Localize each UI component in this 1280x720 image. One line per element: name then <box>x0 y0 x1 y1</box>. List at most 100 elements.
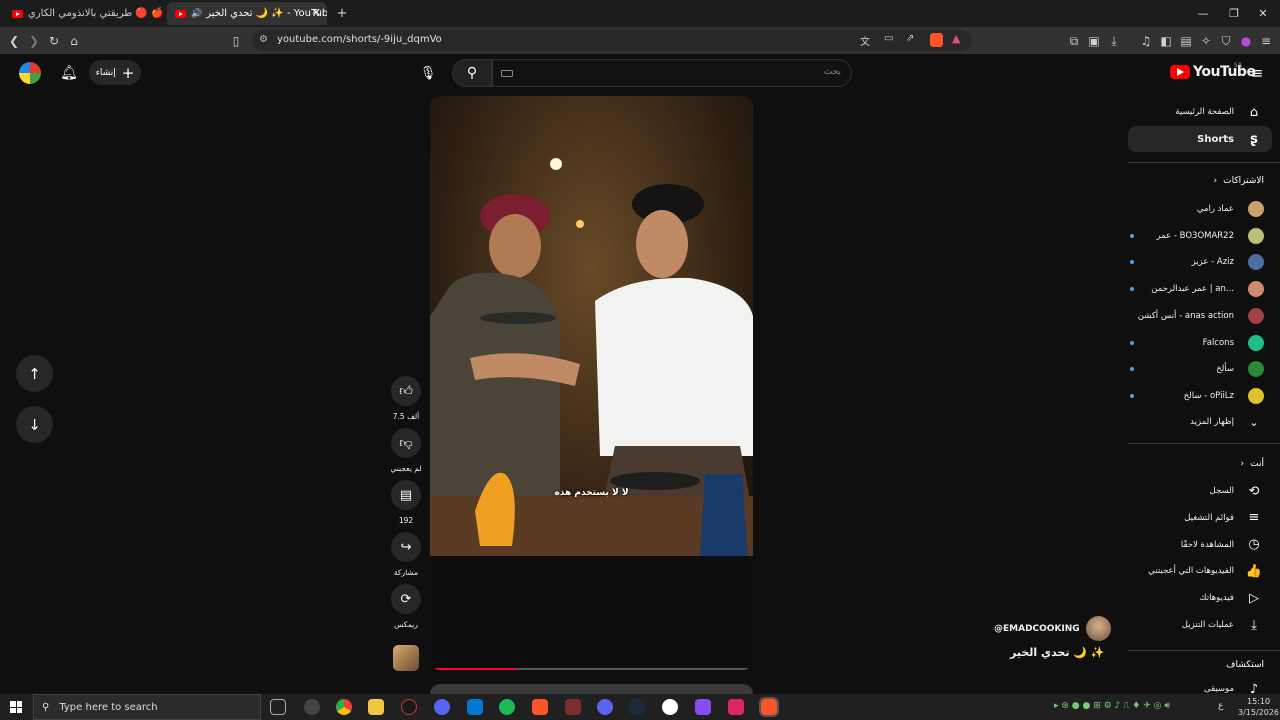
brave-active-icon[interactable] <box>759 697 779 717</box>
guide-item-music[interactable]: موسيقى ♪ <box>1128 676 1272 695</box>
menu-icon[interactable]: ≡ <box>1256 31 1276 51</box>
game-icon[interactable] <box>565 699 581 715</box>
task-view-icon[interactable] <box>270 699 286 715</box>
guide-subscription-item[interactable]: Falcons <box>1128 330 1272 356</box>
guide-subscription-item[interactable]: عماد رامي <box>1128 196 1272 222</box>
guide-item-clock[interactable]: المشاهدة لاحقًا ◷ <box>1128 532 1272 558</box>
short-video-player[interactable]: لا لا بستخدم هذه <box>430 96 753 670</box>
sound-thumbnail[interactable] <box>393 645 419 671</box>
notifications-bell-icon[interactable]: 🔔︎ <box>58 62 80 84</box>
input-language[interactable]: ع <box>1218 701 1223 711</box>
controller-icon[interactable] <box>695 699 711 715</box>
search-button[interactable]: ⚲ <box>452 59 492 87</box>
guide-item-download[interactable]: عمليات التنزيل ⤓ <box>1128 612 1272 638</box>
wallet-icon[interactable]: ▤ <box>1176 31 1196 51</box>
cast-icon[interactable]: ▭ <box>884 33 893 44</box>
comments-button[interactable]: ▤ 192 <box>390 480 422 525</box>
share-button[interactable]: ↪ مشاركة <box>390 532 422 577</box>
app-icon[interactable] <box>434 699 450 715</box>
guide-item-label: الفيديوهات التي أعجبتني <box>1148 566 1234 577</box>
download-icon[interactable]: ⤓ <box>1104 31 1124 51</box>
next-short-preview[interactable] <box>430 684 753 694</box>
profile-icon[interactable]: ● <box>1236 31 1256 51</box>
google-icon[interactable] <box>662 699 678 715</box>
guide-subscription-item[interactable]: عمر - BO3OMAR22 <box>1128 223 1272 249</box>
guide-item-playlist[interactable]: قوائم التشغيل ≡ <box>1128 505 1272 531</box>
guide-subscription-item[interactable]: سألخ <box>1128 356 1272 382</box>
guide-item-history[interactable]: السجل ⟲ <box>1128 478 1272 504</box>
steam-settings-icon[interactable] <box>304 699 320 715</box>
chrome-icon[interactable] <box>336 699 352 715</box>
speaker-icon[interactable]: 🔊 <box>191 9 202 19</box>
channel-info[interactable]: @EMADCOOKING <box>994 616 1111 641</box>
music-icon[interactable]: ♫ <box>1136 31 1156 51</box>
new-content-dot <box>1130 393 1134 398</box>
youtube-play-icon <box>1170 65 1190 79</box>
obs-icon[interactable] <box>401 699 417 715</box>
windows-start-icon[interactable] <box>10 701 22 713</box>
chevron-left-icon: › <box>1240 459 1245 469</box>
tray-icons[interactable]: ▸ ⊛ ● ● ⊞ ⚙ ♪ ⎍ ♦ ✈ ◎ 🔊︎ <box>1054 701 1170 711</box>
remix-button[interactable]: ⟳ ريمكس <box>390 584 422 629</box>
leo-icon[interactable]: ✧ <box>1196 31 1216 51</box>
minimize-icon[interactable]: — <box>1186 0 1220 27</box>
forward-icon[interactable]: ❯ <box>24 31 44 51</box>
previous-short-button[interactable]: ↑ <box>16 355 53 392</box>
new-tab-icon[interactable]: + <box>332 2 352 25</box>
share-page-icon[interactable]: ⇗ <box>906 33 914 44</box>
progress-track[interactable] <box>435 668 748 670</box>
window-close-icon[interactable]: ✕ <box>1246 0 1280 27</box>
discord-icon[interactable] <box>597 699 613 715</box>
site-info-icon[interactable]: ⚙ <box>259 34 268 45</box>
browser-tab-strip: طريقتي بالانذومي الكاري 🔴 🍎 - Tube 🔊 تحد… <box>0 0 1280 27</box>
guide-subscription-item[interactable]: أنس أكشن - anas action <box>1128 303 1272 329</box>
create-button[interactable]: إنشاء + <box>89 60 141 85</box>
extensions-icon[interactable]: ⧉ <box>1064 31 1084 51</box>
you-header[interactable]: › أنت <box>1241 459 1264 469</box>
guide-subscription-item[interactable]: عمر عبدالرحمن | an... <box>1128 276 1272 302</box>
subscriptions-header[interactable]: › الاشتراكات <box>1214 176 1264 186</box>
subscription-avatar <box>1248 307 1264 324</box>
browser-tab[interactable]: طريقتي بالانذومي الكاري 🔴 🍎 - Tube <box>4 2 164 25</box>
steam-icon[interactable] <box>629 699 645 715</box>
guide-item-like[interactable]: الفيديوهات التي أعجبتني 👍 <box>1128 558 1272 584</box>
tab-close-icon[interactable]: ✕ <box>312 6 321 19</box>
account-avatar[interactable] <box>19 62 41 84</box>
channel-name[interactable]: @EMADCOOKING <box>994 624 1080 634</box>
voice-search-mic-icon[interactable]: 🎙︎ <box>414 59 442 87</box>
bookmark-icon[interactable]: ▯ <box>226 31 246 51</box>
taskbar-search[interactable]: ⚲ Type here to search <box>33 694 261 720</box>
store-icon[interactable] <box>467 699 483 715</box>
translate-icon[interactable]: 文 <box>860 33 870 48</box>
guide-item-show-more[interactable]: إظهار المزيد ⌄ <box>1128 409 1272 435</box>
clock[interactable]: 15:10 3/15/2026 <box>1238 696 1279 718</box>
guide-subscription-item[interactable]: سالخ - oPiiLz <box>1128 383 1272 409</box>
guide-item-video[interactable]: فيديوهاتك ▷ <box>1128 585 1272 611</box>
guide-item-shorts[interactable]: Shorts ʂ <box>1128 126 1272 152</box>
channel-avatar[interactable] <box>1085 616 1111 641</box>
dislike-button[interactable]: 👎︎ لم يعجبني <box>390 428 422 473</box>
keyboard-icon[interactable] <box>501 70 513 77</box>
sidebar-icon[interactable]: ◧ <box>1156 31 1176 51</box>
app-icon[interactable] <box>728 699 744 715</box>
file-explorer-icon[interactable] <box>368 699 384 715</box>
youtube-logo[interactable]: YouTube <box>1170 64 1256 80</box>
browser-tab-active[interactable]: 🔊 تحدي الخير 🌙 ✨ - YouTube ✕ <box>167 2 327 25</box>
guide-item-home[interactable]: الصفحة الرئيسية ⌂ <box>1128 99 1272 125</box>
back-icon[interactable]: ❮ <box>4 31 24 51</box>
reload-icon[interactable]: ↻ <box>44 31 64 51</box>
address-bar[interactable]: ⚙ youtube.com/shorts/-9iju_dqmVo 文 ▭ ⇗ ▲ <box>252 30 972 51</box>
next-short-button[interactable]: ↓ <box>16 406 53 443</box>
brave-rewards-icon[interactable]: ▲ <box>952 32 960 45</box>
brave-icon[interactable] <box>532 699 548 715</box>
like-button[interactable]: 👍︎ 7.5 ألف <box>390 376 422 421</box>
guide-subscription-item[interactable]: عزيز - Aziz <box>1128 249 1272 275</box>
url-text[interactable]: youtube.com/shorts/-9iju_dqmVo <box>277 34 442 45</box>
brave-shield-icon[interactable] <box>930 33 943 47</box>
search-input[interactable]: بحث <box>492 59 852 87</box>
home-icon[interactable]: ⌂ <box>64 31 84 51</box>
guide-menu-icon[interactable]: ≡ <box>1246 62 1268 84</box>
vpn-icon[interactable]: ⛉ <box>1216 31 1236 51</box>
spotify-icon[interactable] <box>499 699 515 715</box>
screenshot-icon[interactable]: ▣ <box>1084 31 1104 51</box>
